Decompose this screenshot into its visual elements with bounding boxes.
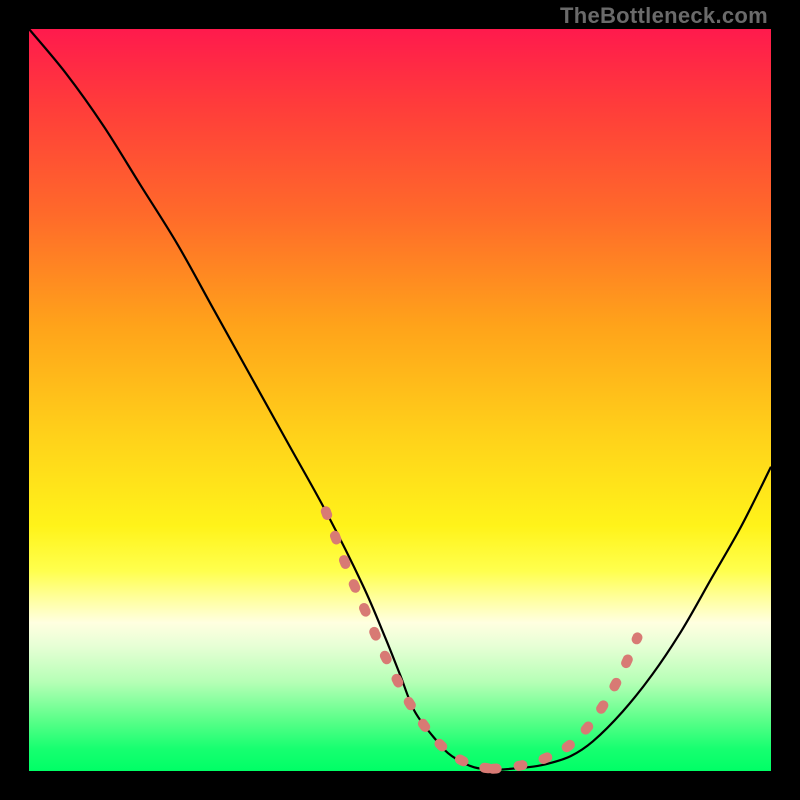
watermark-label: TheBottleneck.com bbox=[560, 3, 768, 29]
plot-area bbox=[29, 29, 771, 771]
chart-frame: TheBottleneck.com bbox=[0, 0, 800, 800]
